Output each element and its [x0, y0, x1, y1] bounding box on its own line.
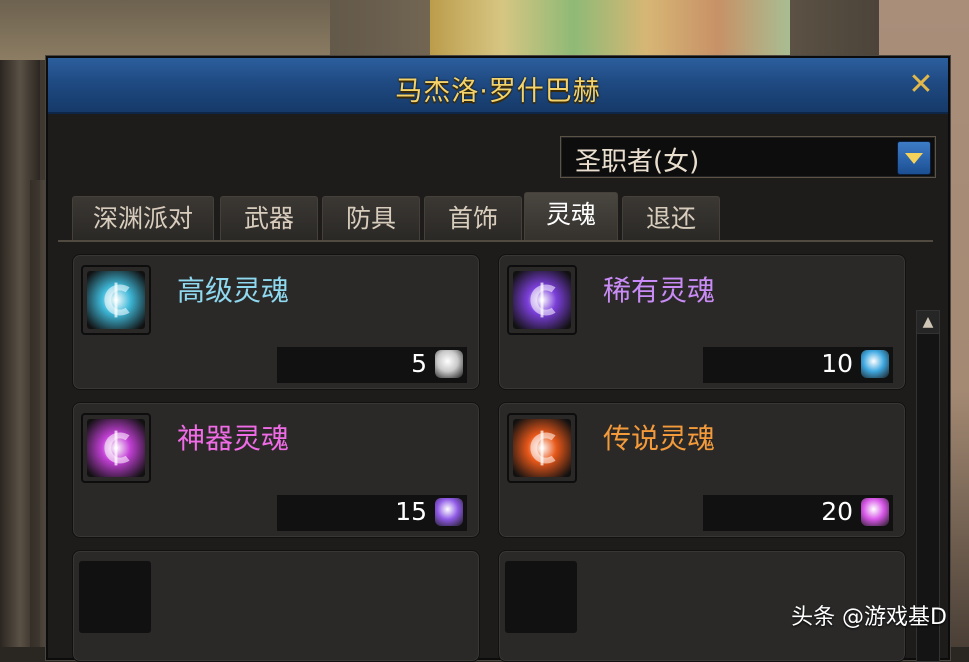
tab-soul[interactable]: 灵魂: [524, 192, 618, 241]
price-bar: 10: [703, 347, 893, 383]
close-icon[interactable]: ✕: [904, 68, 938, 102]
item-icon-frame[interactable]: [507, 413, 577, 483]
price-bar: 20: [703, 495, 893, 531]
soul-icon: [513, 271, 571, 329]
soul-icon: [87, 271, 145, 329]
item-icon-frame[interactable]: [81, 265, 151, 335]
purple-soul-currency-icon: [435, 498, 463, 526]
item-card-1[interactable]: 稀有灵魂 10: [498, 254, 906, 390]
item-card-2[interactable]: 神器灵魂 15: [72, 402, 480, 538]
tab-return[interactable]: 退还: [622, 196, 720, 241]
item-card-0[interactable]: 高级灵魂 5: [72, 254, 480, 390]
item-price: 15: [395, 497, 427, 526]
shop-window: 马杰洛·罗什巴赫 ✕ 圣职者(女) 深渊派对 武器 防具 首饰 灵魂 退还 高级…: [46, 56, 950, 662]
item-name: 稀有灵魂: [603, 274, 716, 307]
window-title: 马杰洛·罗什巴赫: [395, 76, 601, 107]
soul-icon: [513, 419, 571, 477]
chevron-down-icon: [905, 153, 923, 164]
tab-weapon[interactable]: 武器: [220, 196, 318, 241]
title-bar[interactable]: 马杰洛·罗什巴赫 ✕: [48, 58, 948, 114]
tab-accessory[interactable]: 首饰: [424, 196, 522, 241]
item-name: 传说灵魂: [603, 422, 716, 455]
price-bar: 15: [277, 495, 467, 531]
item-price: 5: [411, 349, 427, 378]
class-dropdown[interactable]: 圣职者(女): [560, 136, 936, 178]
item-price: 20: [821, 497, 853, 526]
empty-item-card: [72, 550, 480, 662]
item-icon-frame[interactable]: [507, 265, 577, 335]
item-name: 高级灵魂: [177, 274, 290, 307]
price-bar: 5: [277, 347, 467, 383]
scroll-up-icon[interactable]: ▲: [917, 311, 939, 334]
item-name: 神器灵魂: [177, 422, 290, 455]
item-icon-frame[interactable]: [81, 413, 151, 483]
blue-soul-currency-icon: [861, 350, 889, 378]
tab-abyss-party[interactable]: 深渊派对: [72, 196, 214, 241]
soul-icon: [87, 419, 145, 477]
silver-soul-currency-icon: [435, 350, 463, 378]
tab-armor[interactable]: 防具: [322, 196, 420, 241]
magenta-soul-currency-icon: [861, 498, 889, 526]
empty-slot: [505, 561, 577, 633]
tab-divider: [58, 240, 933, 242]
shop-body: 圣职者(女) 深渊派对 武器 防具 首饰 灵魂 退还 高级灵魂 5 稀有灵魂 1…: [48, 114, 948, 662]
dropdown-button[interactable]: [897, 141, 931, 175]
class-dropdown-value: 圣职者(女): [575, 147, 700, 177]
item-price: 10: [821, 349, 853, 378]
empty-slot: [79, 561, 151, 633]
item-card-3[interactable]: 传说灵魂 20: [498, 402, 906, 538]
watermark: 头条 @游戏基D: [791, 605, 947, 630]
